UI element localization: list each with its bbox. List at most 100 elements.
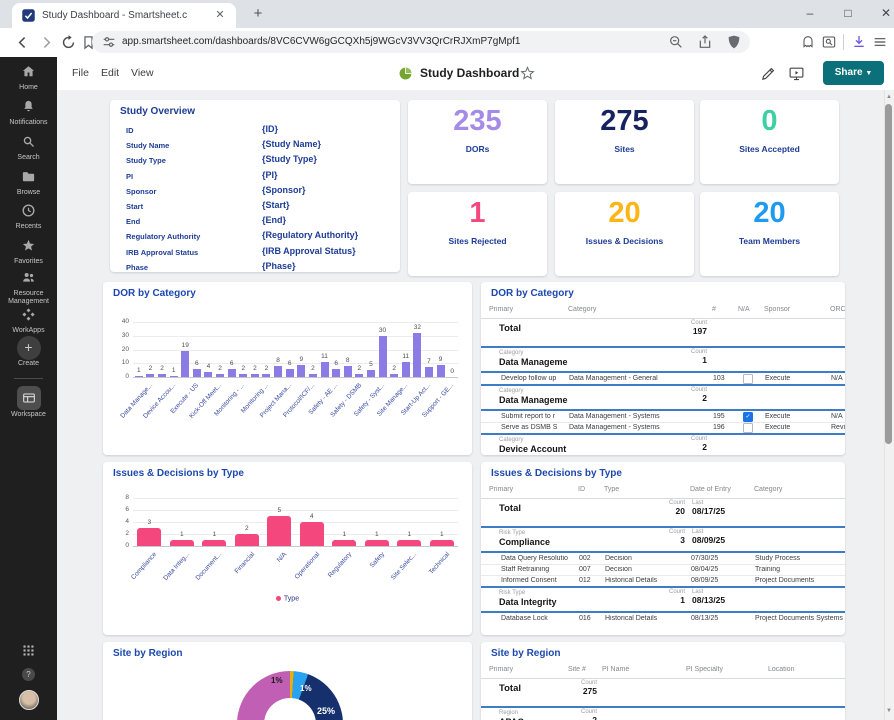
table-cell: Data Management - General: [569, 375, 706, 384]
back-icon[interactable]: [14, 34, 31, 51]
bar-value-label: 9: [290, 356, 312, 364]
axis-tick-label: 8: [110, 494, 129, 502]
site-settings-icon[interactable]: [101, 34, 117, 50]
bar-value-label: 8: [337, 357, 359, 365]
table-row: Informed Consent012Historical Details08/…: [481, 575, 845, 586]
star-icon: [21, 240, 36, 257]
sidebar-item-favorites[interactable]: Favorites: [0, 238, 57, 266]
checkbox-unchecked[interactable]: [743, 374, 753, 384]
sidebar-item-create[interactable]: + Create: [0, 336, 57, 368]
table-cell: Database Lock: [501, 615, 573, 624]
table-group-row: Risk TypeComplianceCount3Last08/09/25: [481, 528, 845, 551]
sidebar-item-notifications[interactable]: Notifications: [0, 99, 57, 127]
metric-card: 1Sites Rejected: [408, 192, 547, 276]
browser-tab[interactable]: Study Dashboard - Smartsheet.c ✕: [12, 3, 236, 28]
wallet-extension-icon[interactable]: [800, 34, 816, 50]
slice-label: 1%: [271, 676, 301, 686]
gridline: [133, 522, 458, 523]
edit-pencil-icon[interactable]: [760, 65, 777, 87]
bar: [267, 516, 291, 546]
axis-tick-label: Support - GE...: [409, 382, 457, 434]
sidebar-item-label: Recents: [0, 223, 57, 231]
count-cell: Count275: [527, 680, 597, 700]
metric-value: 1: [408, 197, 547, 230]
table-cell: Develop follow up: [501, 375, 563, 384]
apps-grid-icon[interactable]: [0, 643, 57, 663]
new-tab-button[interactable]: +: [248, 3, 268, 25]
metric-card: 20Team Members: [700, 192, 839, 276]
table-cell: Execute: [765, 375, 824, 384]
minimize-button[interactable]: –: [800, 4, 820, 22]
share-button[interactable]: Share ▼: [823, 61, 884, 85]
help-icon[interactable]: ?: [22, 668, 35, 681]
metric-label: Sites Accepted: [700, 144, 839, 154]
legend-label: Type: [284, 595, 299, 602]
sidebar-item-label: Search: [0, 154, 57, 162]
avatar[interactable]: [19, 690, 39, 710]
favorite-star-icon[interactable]: [519, 65, 536, 87]
checkbox-checked[interactable]: ✓: [743, 412, 753, 422]
workspace-icon: [17, 386, 41, 410]
forward-icon[interactable]: [38, 34, 55, 51]
bar: [170, 376, 178, 377]
table-row: Data Query Resolutio002Decision07/30/25S…: [481, 553, 845, 564]
scrollbar-thumb[interactable]: [885, 104, 892, 444]
sidebar-item-label: Workspace: [0, 411, 57, 419]
clock-icon: [21, 205, 36, 222]
browser-window: Study Dashboard - Smartsheet.c ✕ + – □ ✕…: [0, 0, 894, 720]
table-cell: 195: [713, 413, 732, 422]
app-sidebar: Home Notifications Search Browse Recents…: [0, 57, 57, 720]
card-title: Issues & Decisions by Type: [113, 468, 363, 479]
bar: [158, 374, 166, 377]
site-by-region-chart-card: Site by Region 1%1%25%: [103, 642, 472, 720]
sidebar-item-home[interactable]: Home: [0, 64, 57, 92]
column-header: Site #: [568, 666, 598, 676]
extension-dollar-icon[interactable]: $: [779, 35, 793, 49]
search-extension-icon[interactable]: [821, 34, 837, 50]
bar: [425, 367, 433, 377]
sidebar-item-workspace[interactable]: Workspace: [0, 386, 57, 419]
sidebar-item-browse[interactable]: Browse: [0, 169, 57, 197]
menu-icon[interactable]: [872, 34, 888, 50]
count-cell: Count1: [637, 349, 707, 369]
table-cell: Project Documents: [755, 577, 845, 586]
reload-icon[interactable]: [60, 34, 77, 51]
zoom-out-icon[interactable]: [668, 34, 684, 50]
metric-value: 235: [408, 105, 547, 138]
maximize-button[interactable]: □: [838, 4, 858, 22]
tab-bar: Study Dashboard - Smartsheet.c ✕ + – □ ✕: [0, 0, 894, 28]
menu-view[interactable]: View: [131, 57, 154, 90]
dor-by-category-chart-card: DOR by Category 010203040122119642622286…: [103, 282, 472, 455]
table-cell: 196: [713, 424, 732, 433]
sidebar-item-workapps[interactable]: WorkApps: [0, 307, 57, 335]
bar-value-label: 32: [406, 324, 428, 332]
scroll-down-icon[interactable]: ▼: [884, 706, 894, 716]
bar: [170, 540, 194, 546]
scroll-up-icon[interactable]: ▲: [884, 92, 894, 102]
close-button[interactable]: ✕: [876, 4, 894, 22]
sidebar-item-resource-management[interactable]: Resource Management: [0, 270, 57, 306]
bar: [286, 369, 294, 377]
bar: [390, 374, 398, 377]
card-title: DOR by Category: [491, 288, 741, 299]
sidebar-item-search[interactable]: Search: [0, 134, 57, 162]
menu-edit[interactable]: Edit: [101, 57, 119, 90]
browser-toolbar: app.smartsheet.com/dashboards/8VC6CVW6gG…: [0, 28, 894, 58]
share-page-icon[interactable]: [697, 34, 713, 50]
table-group-row: CategoryData ManagemeCount1: [481, 348, 845, 371]
menu-file[interactable]: File: [72, 57, 89, 90]
present-icon[interactable]: [788, 65, 805, 87]
tab-close-icon[interactable]: ✕: [212, 7, 228, 23]
extension-b-icon[interactable]: b: [757, 35, 771, 49]
bar-value-label: 4: [293, 513, 331, 521]
gridline: [133, 322, 458, 323]
brave-shield-icon[interactable]: [726, 34, 742, 50]
column-header: Sponsor: [764, 306, 826, 316]
downloads-icon[interactable]: [851, 34, 867, 50]
url-field[interactable]: app.smartsheet.com/dashboards/8VC6CVW6gG…: [92, 31, 750, 53]
checkbox-unchecked[interactable]: [743, 423, 753, 433]
count-cell: Count2: [527, 709, 597, 720]
table-cell: Execute: [765, 413, 824, 422]
sidebar-item-recents[interactable]: Recents: [0, 203, 57, 231]
search-icon: [21, 136, 36, 153]
